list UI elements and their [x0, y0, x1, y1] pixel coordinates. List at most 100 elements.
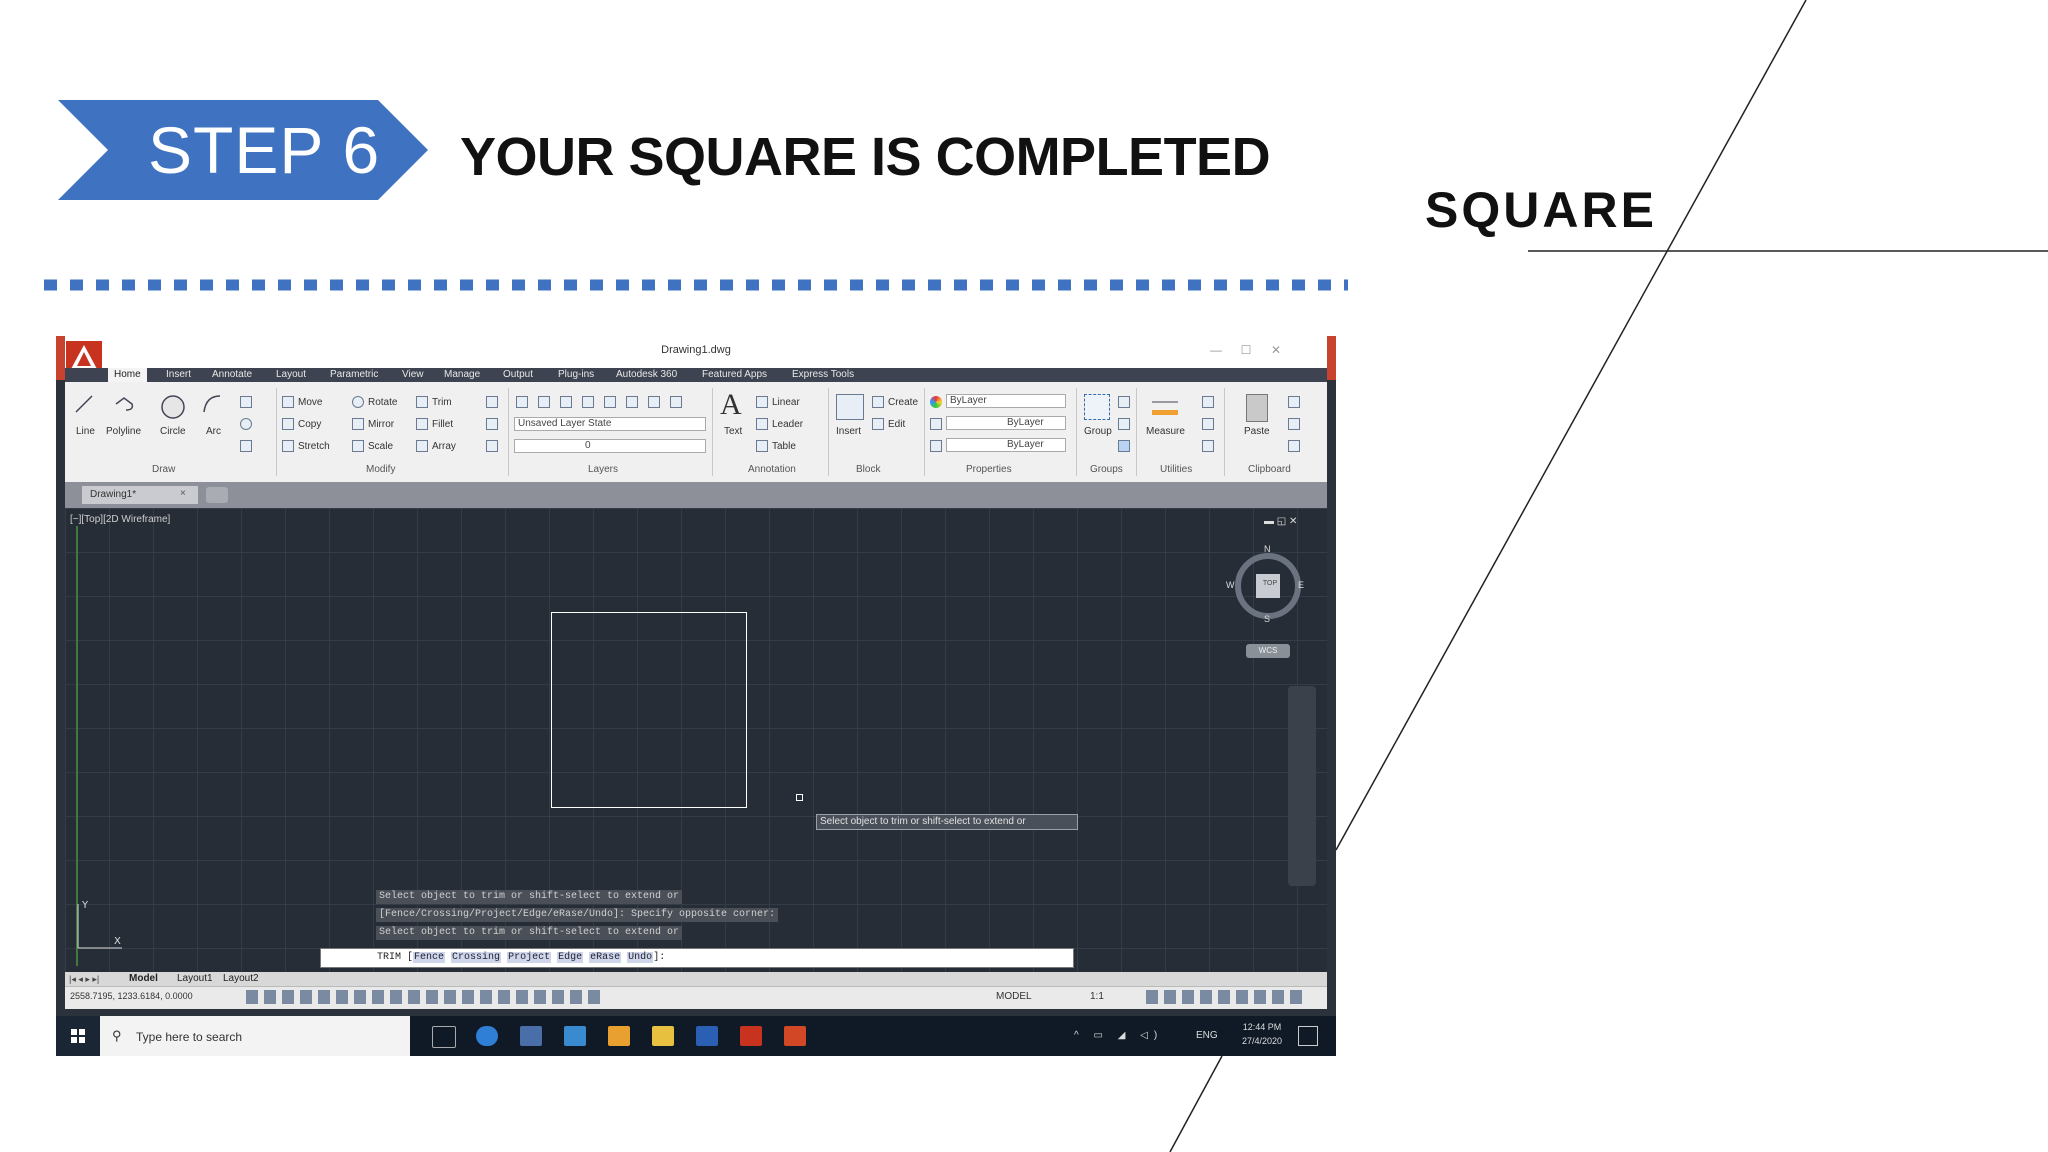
linear-dimension-icon[interactable] — [756, 396, 768, 408]
tab-annotate[interactable]: Annotate — [212, 368, 252, 382]
copy-icon[interactable] — [282, 418, 294, 430]
measure-icon[interactable] — [1150, 398, 1180, 418]
tab-plugins[interactable]: Plug-ins — [558, 368, 594, 382]
paste-icon[interactable] — [1246, 394, 1268, 422]
autocad-taskbar-icon[interactable] — [740, 1026, 762, 1046]
layer-tool-icon[interactable] — [560, 396, 572, 408]
panel-label-block[interactable]: Block — [856, 463, 880, 477]
scale-tool[interactable]: Scale — [368, 441, 393, 453]
stretch-icon[interactable] — [282, 440, 294, 452]
clock-date[interactable]: 27/4/2020 — [1232, 1036, 1292, 1048]
linetype-dropdown[interactable]: ByLayer — [946, 438, 1066, 452]
tab-parametric[interactable]: Parametric — [330, 368, 378, 382]
maximize-button[interactable]: ☐ — [1236, 342, 1256, 358]
copy-tool[interactable]: Copy — [298, 419, 321, 431]
compass-east[interactable]: E — [1298, 580, 1308, 592]
status-toggle-icons[interactable] — [246, 990, 606, 1004]
color-wheel-icon[interactable] — [930, 396, 942, 408]
move-icon[interactable] — [282, 396, 294, 408]
close-tab-icon[interactable]: × — [180, 488, 192, 500]
option-erase[interactable]: eRase — [589, 952, 622, 963]
layer-tool-icon[interactable] — [604, 396, 616, 408]
move-tool[interactable]: Move — [298, 397, 322, 409]
tab-output[interactable]: Output — [503, 368, 533, 382]
linear-tool[interactable]: Linear — [772, 397, 800, 409]
panel-label-draw[interactable]: Draw — [152, 463, 175, 477]
word-icon[interactable] — [696, 1026, 718, 1046]
scale-icon[interactable] — [352, 440, 364, 452]
insert-tool[interactable]: Insert — [836, 426, 861, 438]
layer-current-dropdown[interactable]: 0 — [514, 439, 706, 453]
tab-view[interactable]: View — [402, 368, 424, 382]
system-tray-icons[interactable]: ^ ▭ ◢ ◁) — [1074, 1030, 1184, 1044]
group-tool-icon[interactable] — [1118, 418, 1130, 430]
layer-tool-icon[interactable] — [626, 396, 638, 408]
close-button[interactable]: ✕ — [1266, 342, 1286, 358]
task-view-icon[interactable] — [432, 1026, 456, 1048]
utility-tool-icon[interactable] — [1202, 396, 1214, 408]
compass-north[interactable]: N — [1264, 544, 1274, 556]
rotate-tool[interactable]: Rotate — [368, 397, 397, 409]
cut-icon[interactable] — [1288, 396, 1300, 408]
text-tool-icon[interactable]: A — [720, 390, 748, 420]
match-properties-icon[interactable] — [1288, 440, 1300, 452]
group-icon[interactable] — [1084, 394, 1110, 420]
option-crossing[interactable]: Crossing — [451, 952, 502, 963]
tab-autodesk-360[interactable]: Autodesk 360 — [616, 368, 677, 382]
lineweight-dropdown[interactable]: ByLayer — [946, 416, 1066, 430]
file-explorer-icon[interactable] — [652, 1026, 674, 1046]
rectangle-tool-icon[interactable] — [240, 396, 252, 408]
offset-icon[interactable] — [486, 440, 498, 452]
group-tool[interactable]: Group — [1084, 426, 1112, 438]
mirror-tool[interactable]: Mirror — [368, 419, 394, 431]
tab-layout[interactable]: Layout — [276, 368, 306, 382]
edit-block-icon[interactable] — [872, 418, 884, 430]
insert-block-icon[interactable] — [836, 394, 864, 420]
edit-tool[interactable]: Edit — [888, 419, 905, 431]
wcs-menu[interactable]: WCS — [1246, 644, 1290, 658]
fillet-tool[interactable]: Fillet — [432, 419, 453, 431]
powerpoint-icon[interactable] — [784, 1026, 806, 1046]
tab-layout2[interactable]: Layout2 — [223, 972, 259, 986]
polyline-tool-icon[interactable] — [114, 394, 134, 414]
minimize-button[interactable]: — — [1206, 342, 1226, 358]
mirror-icon[interactable] — [352, 418, 364, 430]
group-selection-icon[interactable] — [1118, 440, 1130, 452]
tab-featured-apps[interactable]: Featured Apps — [702, 368, 767, 382]
panel-label-groups[interactable]: Groups — [1090, 463, 1123, 477]
copy-clip-icon[interactable] — [1288, 418, 1300, 430]
layer-tool-icon[interactable] — [538, 396, 550, 408]
viewport-controls[interactable]: [−][Top][2D Wireframe] — [70, 514, 170, 526]
erase-icon[interactable] — [486, 396, 498, 408]
linetype-icon[interactable] — [930, 440, 942, 452]
tab-home[interactable]: Home — [108, 368, 147, 382]
leader-icon[interactable] — [756, 418, 768, 430]
explode-icon[interactable] — [486, 418, 498, 430]
media-app-icon[interactable] — [608, 1026, 630, 1046]
stretch-tool[interactable]: Stretch — [298, 441, 330, 453]
paste-tool[interactable]: Paste — [1244, 426, 1270, 438]
compass-south[interactable]: S — [1264, 614, 1274, 626]
panel-label-layers[interactable]: Layers — [588, 463, 618, 477]
edge-browser-icon[interactable] — [476, 1026, 498, 1046]
measure-tool[interactable]: Measure — [1146, 426, 1185, 438]
hatch-tool-icon[interactable] — [240, 418, 252, 430]
command-line-input[interactable]: TRIM [Fence Crossing Project Edge eRase … — [320, 948, 1074, 968]
text-tool-label[interactable]: Text — [724, 426, 742, 438]
panel-label-modify[interactable]: Modify — [366, 463, 395, 477]
tab-insert[interactable]: Insert — [166, 368, 191, 382]
panel-label-annotation[interactable]: Annotation — [748, 463, 796, 477]
layer-properties-icon[interactable] — [516, 396, 528, 408]
language-indicator[interactable]: ENG — [1196, 1030, 1224, 1044]
leader-tool[interactable]: Leader — [772, 419, 803, 431]
layer-tool-icon[interactable] — [582, 396, 594, 408]
table-tool[interactable]: Table — [772, 441, 796, 453]
group-tool-icon[interactable] — [1118, 396, 1130, 408]
calculator-icon[interactable] — [1202, 440, 1214, 452]
tab-scroll-arrows-icon[interactable]: |◂ ◂ ▸ ▸| — [69, 972, 99, 986]
notifications-icon[interactable] — [1298, 1026, 1318, 1046]
tab-manage[interactable]: Manage — [444, 368, 480, 382]
store-icon[interactable] — [520, 1026, 542, 1046]
lineweight-icon[interactable] — [930, 418, 942, 430]
new-tab-button[interactable] — [206, 487, 228, 503]
